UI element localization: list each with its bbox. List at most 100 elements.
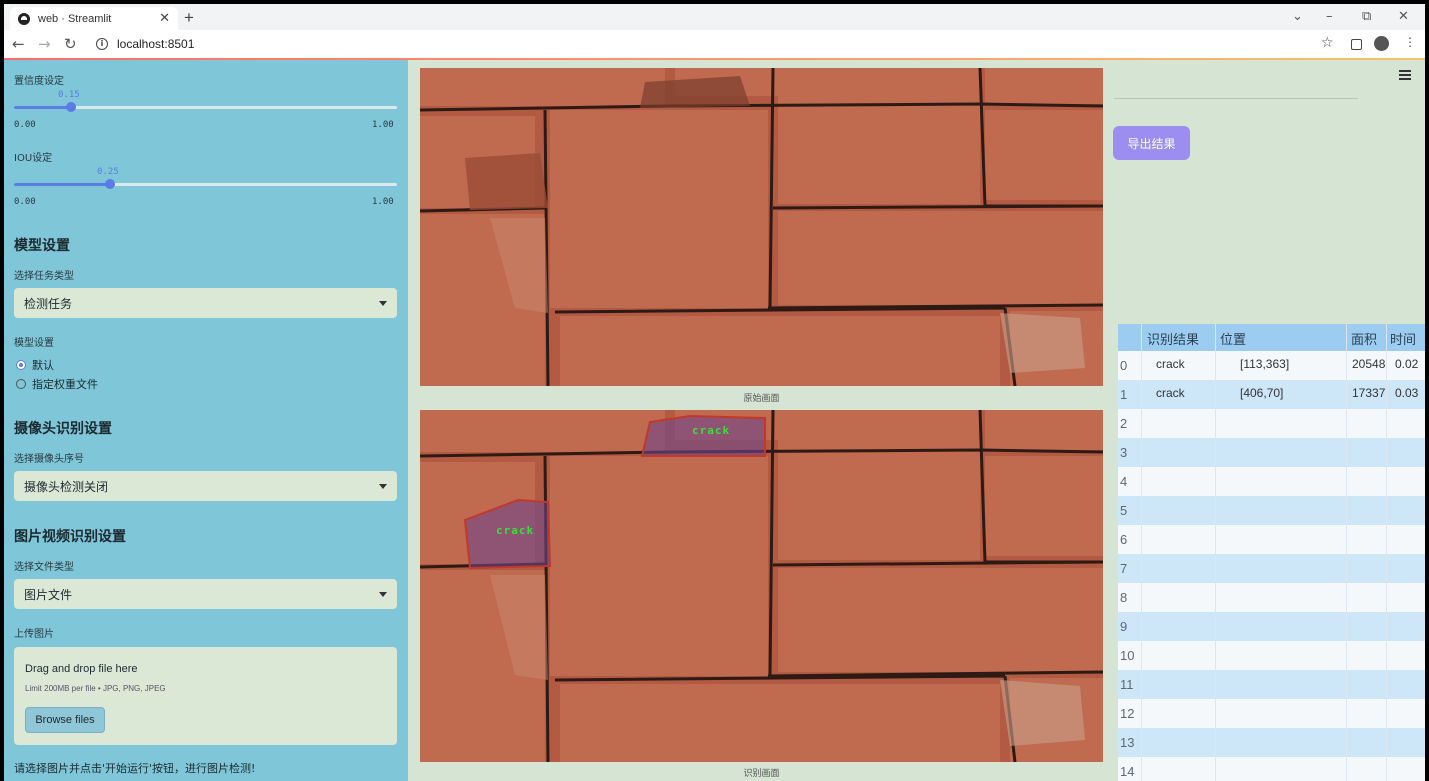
cell-area: 20548 [1352,357,1386,371]
camera-value: 摄像头检测关闭 [24,479,109,494]
confidence-value: 0.15 [58,90,80,100]
radio-default[interactable]: 默认 [16,357,54,373]
table-row[interactable]: 5 [1118,496,1425,525]
task-type-label: 选择任务类型 [14,271,74,282]
browse-files-button[interactable]: Browse files [25,707,105,733]
table-row[interactable]: 7 [1118,554,1425,583]
site-info-icon[interactable]: i [96,38,108,50]
table-row[interactable]: 2 [1118,409,1425,438]
task-type-select[interactable]: 检测任务 [14,288,397,318]
table-row[interactable]: 10 [1118,641,1425,670]
table-row[interactable]: 1 crack [406,70] 17337 0.03 [1118,380,1425,409]
table-row[interactable]: 9 [1118,612,1425,641]
row-index: 8 [1120,590,1128,605]
divider [1114,98,1358,99]
file-uploader-dropzone[interactable]: Drag and drop file here Limit 200MB per … [14,647,397,745]
table-row[interactable]: 6 [1118,525,1425,554]
table-row[interactable]: 12 [1118,699,1425,728]
task-type-value: 检测任务 [24,296,73,311]
file-type-select[interactable]: 图片文件 [14,579,397,609]
iou-slider[interactable] [14,179,397,189]
address-bar[interactable]: i localhost:8501 [92,33,1312,55]
table-row[interactable]: 3 [1118,438,1425,467]
confidence-min: 0.00 [14,120,36,130]
cell-position: [113,363] [1240,357,1290,371]
brick-pavement-photo [420,68,1103,386]
browser-toolbar: ← → ↻ i localhost:8501 ☆ ⋮ [4,30,1425,58]
row-index: 3 [1120,445,1128,460]
confidence-slider[interactable] [14,102,397,112]
cell-time: 0.02 [1395,357,1419,371]
reload-button[interactable]: ↻ [64,35,77,53]
column-header-time[interactable]: 时间 [1390,329,1416,348]
table-header: 识别结果 位置 面积 时间 [1118,324,1425,351]
cell-area: 17337 [1352,386,1386,400]
bookmark-star-icon[interactable]: ☆ [1321,35,1334,51]
original-image-caption: 原始画面 [743,394,780,404]
radio-custom-weights[interactable]: 指定权重文件 [16,376,98,392]
row-index: 10 [1120,648,1135,663]
column-divider [1141,324,1142,781]
table-row[interactable]: 4 [1118,467,1425,496]
side-panel-icon[interactable] [1351,39,1362,50]
confidence-slider-fill [14,106,72,109]
upload-label: 上传图片 [14,629,54,640]
tab-close-icon[interactable]: ✕ [159,11,170,26]
iou-max: 1.00 [372,197,394,207]
result-image-caption: 识别画面 [743,769,780,779]
column-divider [1386,324,1387,781]
restore-button[interactable]: ⧉ [1362,9,1371,24]
browser-tab[interactable]: web · Streamlit ✕ [10,7,178,30]
table-row[interactable]: 13 [1118,728,1425,757]
file-type-value: 图片文件 [24,587,73,602]
row-index: 2 [1120,416,1128,431]
table-row[interactable]: 0 crack [113,363] 20548 0.02 [1118,351,1425,380]
tab-strip: web · Streamlit ✕ + ⌄ – ⧉ ✕ [4,4,1425,30]
camera-label: 选择摄像头序号 [14,454,84,465]
radio-unselected-icon [16,379,26,389]
row-index: 4 [1120,474,1128,489]
column-header-area[interactable]: 面积 [1351,329,1377,348]
table-row[interactable]: 8 [1118,583,1425,612]
model-label: 模型设置 [14,338,54,349]
camera-select[interactable]: 摄像头检测关闭 [14,471,397,501]
radio-custom-weights-label: 指定权重文件 [32,378,98,391]
forward-button[interactable]: → [38,35,51,53]
iou-slider-fill [14,183,110,186]
row-index: 12 [1120,706,1135,721]
streamlit-app: 置信度设定 0.15 0.00 1.00 IOU设定 0.25 0.00 1.0… [4,58,1425,781]
row-index: 5 [1120,503,1128,518]
radio-default-label: 默认 [32,359,54,372]
chevron-down-icon [379,591,387,597]
row-index: 0 [1120,358,1128,373]
cell-time: 0.03 [1395,386,1419,400]
back-button[interactable]: ← [12,35,25,53]
row-index: 14 [1120,764,1135,779]
hamburger-menu-icon[interactable] [1399,70,1411,82]
tab-search-icon[interactable]: ⌄ [1292,9,1303,24]
column-header-result[interactable]: 识别结果 [1147,329,1199,348]
confidence-slider-thumb[interactable] [66,102,77,112]
media-section-title: 图片视频识别设置 [14,529,126,545]
iou-value: 0.25 [97,167,119,177]
upload-drop-text: Drag and drop file here [25,663,138,675]
tab-title: web · Streamlit [38,12,112,25]
detection-label-0: crack [496,524,535,537]
camera-section-title: 摄像头识别设置 [14,421,112,437]
minimize-button[interactable]: – [1326,9,1333,24]
export-results-button[interactable]: 导出结果 [1113,126,1190,160]
profile-avatar-icon[interactable] [1374,36,1389,51]
new-tab-button[interactable]: + [184,8,194,28]
column-divider [1346,324,1347,781]
browser-menu-icon[interactable]: ⋮ [1404,35,1416,49]
close-window-button[interactable]: ✕ [1398,9,1409,24]
row-index: 1 [1120,387,1128,402]
table-row[interactable]: 11 [1118,670,1425,699]
table-row[interactable]: 14 [1118,757,1425,781]
column-header-position[interactable]: 位置 [1220,329,1246,348]
upload-limit-text: Limit 200MB per file • JPG, PNG, JPEG [25,684,166,693]
instruction-hint: 请选择图片并点击'开始运行'按钮，进行图片检测! [14,762,256,775]
row-index: 9 [1120,619,1128,634]
iou-slider-thumb[interactable] [104,179,115,189]
cell-result: crack [1156,357,1185,371]
